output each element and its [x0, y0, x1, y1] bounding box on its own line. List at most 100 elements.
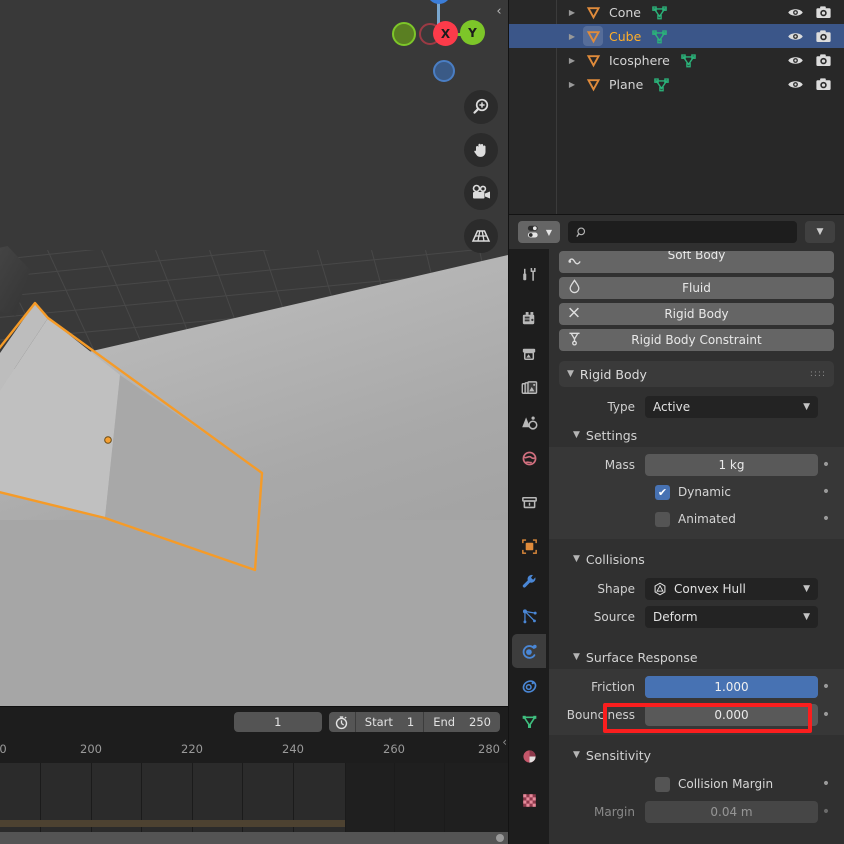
editor-type-button[interactable]: ▼	[518, 221, 560, 243]
chevron-down-icon: ▼	[573, 430, 580, 440]
tab-texture[interactable]	[512, 783, 546, 817]
timeline-ruler[interactable]: 0200220240260280	[0, 737, 508, 763]
tab-render[interactable]	[512, 301, 546, 335]
animate-property-dot[interactable]: •	[818, 776, 834, 792]
collisions-subpanel-header[interactable]: ▼ Collisions	[559, 547, 834, 571]
timeline-horizontal-scrollbar[interactable]	[0, 832, 508, 844]
outliner-row-cone[interactable]: ▶Cone	[509, 0, 844, 24]
surface-response-subpanel-header[interactable]: ▼ Surface Response	[559, 645, 834, 669]
camera-render-icon[interactable]	[814, 51, 832, 69]
animate-property-dot[interactable]: •	[818, 679, 834, 695]
timeline-keyframe-channel[interactable]	[0, 820, 345, 827]
properties-options-button[interactable]: ▼	[805, 221, 835, 243]
timeline-editor[interactable]: 1 Start 1 End 250	[0, 706, 508, 844]
gizmo-ball-z[interactable]: Z	[427, 0, 451, 4]
3d-viewport[interactable]: Z X Y ‹	[0, 0, 508, 706]
animate-property-dot[interactable]: •	[818, 707, 834, 723]
animated-checkbox[interactable]	[655, 512, 670, 527]
outliner-editor[interactable]: ▶Cone▶Cube▶Icosphere▶Plane	[508, 0, 844, 214]
disclosure-triangle-icon[interactable]: ▶	[565, 56, 579, 65]
properties-search-box[interactable]	[568, 221, 797, 243]
viewport-sidebar-collapse-icon[interactable]: ‹	[492, 2, 506, 20]
animate-property-dot[interactable]: •	[818, 804, 834, 820]
disclosure-triangle-icon[interactable]: ▶	[565, 32, 579, 41]
zoom-tool-button[interactable]	[464, 90, 498, 124]
selected-cube-object[interactable]	[0, 278, 310, 578]
mesh-object-icon[interactable]	[583, 53, 603, 68]
animate-property-dot[interactable]: •	[818, 511, 834, 527]
properties-tab-rail[interactable]	[509, 249, 549, 844]
tab-tool[interactable]	[512, 257, 546, 291]
disclosure-triangle-icon[interactable]: ▶	[565, 80, 579, 89]
friction-slider[interactable]: 1.000	[645, 676, 818, 698]
bounciness-field[interactable]: 0.000	[645, 704, 818, 726]
gizmo-ball-y[interactable]: Y	[460, 20, 485, 45]
tab-object[interactable]	[512, 529, 546, 563]
tab-scene[interactable]	[512, 406, 546, 440]
mesh-object-icon[interactable]	[583, 26, 603, 46]
rigid-body-panel-header[interactable]: ▼ Rigid Body ::::	[559, 361, 834, 387]
mesh-data-icon[interactable]	[651, 4, 668, 21]
collision-margin-checkbox[interactable]	[655, 777, 670, 792]
tab-particles[interactable]	[512, 599, 546, 633]
gizmo-ball-neg-z[interactable]	[433, 60, 455, 82]
physics-button-rigid-body-constraint[interactable]: Rigid Body Constraint	[559, 329, 834, 351]
shape-dropdown[interactable]: Convex Hull ▼	[645, 578, 818, 600]
tab-collection[interactable]	[512, 485, 546, 519]
camera-render-icon[interactable]	[814, 3, 832, 21]
panel-grip-icon[interactable]: ::::	[810, 372, 826, 377]
tab-view-layer[interactable]	[512, 371, 546, 405]
disclosure-triangle-icon[interactable]: ▶	[565, 8, 579, 17]
sensitivity-subpanel-header[interactable]: ▼ Sensitivity	[559, 743, 834, 767]
mesh-object-icon[interactable]	[583, 5, 603, 20]
dynamic-checkbox[interactable]: ✔	[655, 485, 670, 500]
physics-button-soft-body[interactable]: Soft Body	[559, 251, 834, 273]
outliner-row-cube[interactable]: ▶Cube	[509, 24, 844, 48]
animate-property-dot[interactable]: •	[818, 484, 834, 500]
gizmo-ball-neg-y[interactable]	[392, 22, 416, 46]
pan-tool-button[interactable]	[464, 133, 498, 167]
properties-editor[interactable]: ▼ ▼	[508, 214, 844, 844]
tab-object-constraints[interactable]	[512, 669, 546, 703]
tab-material[interactable]	[512, 739, 546, 773]
camera-view-button[interactable]	[464, 176, 498, 210]
mass-field[interactable]: 1 kg	[645, 454, 818, 476]
margin-field[interactable]: 0.04 m	[645, 801, 818, 823]
animate-property-dot[interactable]: •	[818, 457, 834, 473]
mesh-data-icon[interactable]	[653, 76, 670, 93]
tab-output[interactable]	[512, 336, 546, 370]
mesh-data-icon[interactable]	[680, 52, 697, 69]
outliner-row-plane[interactable]: ▶Plane	[509, 72, 844, 96]
search-input[interactable]	[594, 225, 789, 239]
gizmo-ball-x[interactable]: X	[433, 21, 458, 46]
tab-object-data[interactable]	[512, 704, 546, 738]
eye-icon[interactable]	[786, 3, 804, 21]
tab-physics[interactable]	[512, 634, 546, 668]
perspective-toggle-button[interactable]	[464, 219, 498, 253]
end-frame-field[interactable]: End 250	[423, 712, 500, 732]
properties-content[interactable]: Soft Body Fluid Rigid Body	[549, 249, 844, 844]
eye-icon[interactable]	[786, 27, 804, 45]
eye-icon[interactable]	[786, 51, 804, 69]
eye-icon[interactable]	[786, 75, 804, 93]
camera-render-icon[interactable]	[814, 75, 832, 93]
source-dropdown[interactable]: Deform ▼	[645, 606, 818, 628]
navigation-gizmo[interactable]: Z X Y	[386, 0, 490, 96]
outliner-row-icosphere[interactable]: ▶Icosphere	[509, 48, 844, 72]
physics-button-fluid[interactable]: Fluid	[559, 277, 834, 299]
timeline-collapse-icon[interactable]: ‹	[502, 735, 507, 749]
mesh-data-icon[interactable]	[651, 28, 668, 45]
scrollbar-handle[interactable]	[496, 834, 504, 842]
current-frame-field[interactable]: 1	[234, 712, 322, 732]
physics-button-rigid-body[interactable]: Rigid Body	[559, 303, 834, 325]
mesh-object-icon[interactable]	[583, 77, 603, 92]
chevron-down-icon: ▼	[573, 750, 580, 760]
tab-world[interactable]	[512, 441, 546, 475]
tab-modifiers[interactable]	[512, 564, 546, 598]
type-dropdown[interactable]: Active ▼	[645, 396, 818, 418]
camera-render-icon[interactable]	[814, 27, 832, 45]
settings-subpanel-header[interactable]: ▼ Settings	[559, 423, 834, 447]
timeline-track-area[interactable]	[0, 763, 508, 835]
start-frame-field[interactable]: Start 1	[355, 712, 423, 732]
use-preview-range-button[interactable]	[329, 712, 355, 732]
